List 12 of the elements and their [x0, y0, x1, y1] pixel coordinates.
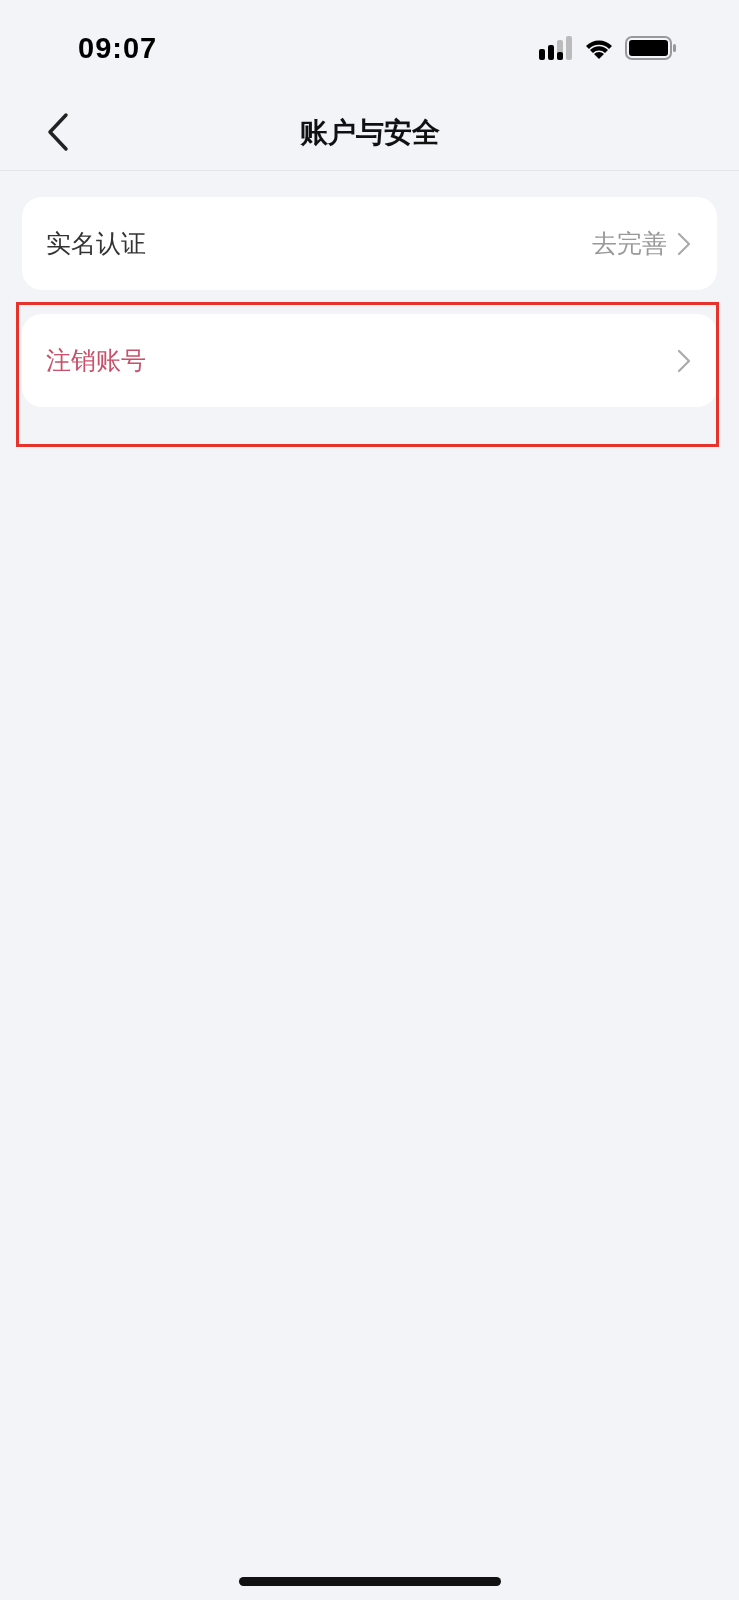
settings-row[interactable]: 注销账号 — [22, 314, 717, 407]
row-label: 注销账号 — [46, 345, 147, 377]
row-value: 去完善 — [592, 228, 667, 260]
settings-row[interactable]: 实名认证 去完善 — [22, 197, 717, 290]
page-title: 账户与安全 — [299, 115, 440, 151]
wifi-icon — [585, 37, 613, 59]
status-time: 09:07 — [78, 31, 158, 65]
row-label: 实名认证 — [46, 228, 147, 260]
chevron-icon — [677, 231, 691, 256]
chevron-icon — [677, 348, 691, 373]
battery-icon — [625, 36, 677, 60]
signal-icon — [539, 36, 573, 60]
